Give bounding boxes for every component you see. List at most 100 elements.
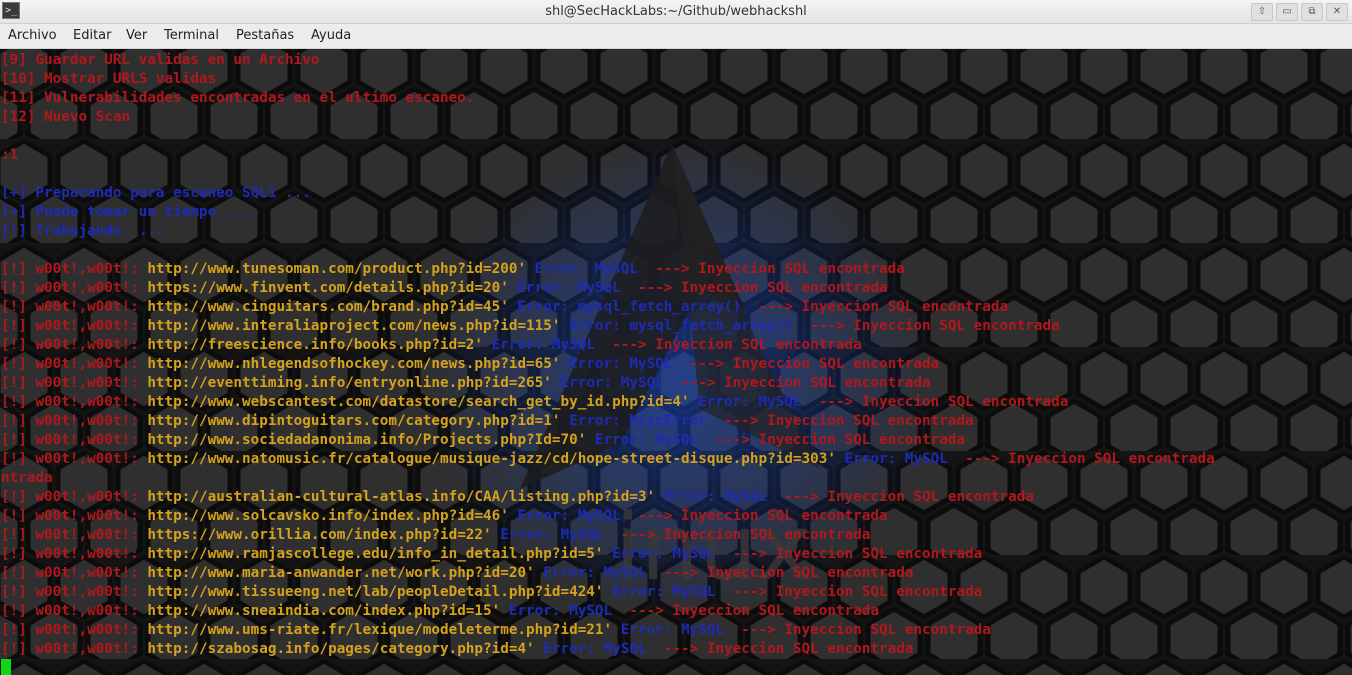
menu-editar[interactable]: Editar: [73, 28, 112, 43]
menu-terminal[interactable]: Terminal: [164, 28, 219, 43]
result-url: http://www.dipintoguitars.com/category.p…: [147, 413, 561, 429]
result-found: Inyeccion SQL encontrada: [758, 432, 966, 448]
prompt-text: :1: [1, 147, 19, 163]
title-bar[interactable]: >_ shl@SecHackLabs:~/Github/webhackshl ⇧…: [0, 0, 1352, 24]
result-url: http://freescience.info/books.php?id=2': [147, 337, 484, 353]
menu-option-line: [9] Guardar URL validas en un Archivo: [1, 51, 1352, 70]
result-arrow: --->: [663, 641, 707, 657]
wrapped-text: ntrada: [1, 470, 53, 486]
result-prefix: [!] w00t!,w00t!:: [1, 261, 148, 277]
result-error: Error: mysql_fetch_array(): [569, 318, 811, 334]
result-line: [!] w00t!,w00t!: http://www.maria-anwand…: [1, 564, 1352, 583]
result-line: [!] w00t!,w00t!: http://freescience.info…: [1, 336, 1352, 355]
menu-option-text: [9] Guardar URL validas en un Archivo: [1, 52, 320, 68]
result-arrow: --->: [732, 584, 776, 600]
result-url: http://www.sneaindia.com/index.php?id=15…: [147, 603, 501, 619]
status-text: [+] Puede tomar un tiempo ...: [1, 204, 251, 220]
status-text: [!] Trabajando ...: [1, 223, 165, 239]
result-found: Inyeccion SQL encontrada: [784, 622, 991, 638]
result-found: Inyeccion SQL encontrada: [1008, 451, 1215, 467]
maximize-icon[interactable]: ⧉: [1301, 3, 1323, 21]
status-text: [+] Preparando para escaneo SQLi ...: [1, 185, 311, 201]
result-prefix: [!] w00t!,w00t!:: [1, 603, 148, 619]
shade-up-icon[interactable]: ⇧: [1251, 3, 1273, 21]
close-icon[interactable]: ✕: [1326, 3, 1348, 21]
result-prefix: [!] w00t!,w00t!:: [1, 508, 148, 524]
menu-option-line: [12] Nuevo Scan: [1, 108, 1352, 127]
result-url: https://www.finvent.com/details.php?id=2…: [147, 280, 509, 296]
result-line: [!] w00t!,w00t!: http://www.nhlegendsofh…: [1, 355, 1352, 374]
result-found: Inyeccion SQL encontrada: [801, 299, 1009, 315]
result-line: [!] w00t!,w00t!: http://www.tissueeng.ne…: [1, 583, 1352, 602]
result-error: Error: MySQL: [500, 527, 621, 543]
minimize-icon[interactable]: ▭: [1276, 3, 1298, 21]
terminal-view[interactable]: inux [9] Guardar URL validas en un Archi…: [0, 49, 1352, 675]
result-arrow: --->: [681, 375, 725, 391]
menu-option-text: [10] Mostrar URLS validas: [1, 71, 217, 87]
result-prefix: [!] w00t!,w00t!:: [1, 622, 148, 638]
result-prefix: [!] w00t!,w00t!:: [1, 337, 148, 353]
result-arrow: --->: [741, 622, 785, 638]
result-line: [!] w00t!,w00t!: http://www.cinguitars.c…: [1, 298, 1352, 317]
result-found: Inyeccion SQL encontrada: [775, 546, 983, 562]
result-line: [!] w00t!,w00t!: http://www.solcavsko.in…: [1, 507, 1352, 526]
result-line: [!] w00t!,w00t!: http://www.webscantest.…: [1, 393, 1352, 412]
result-error: Error: MySQL: [663, 489, 785, 505]
result-arrow: --->: [724, 413, 768, 429]
result-found: Inyeccion SQL encontrada: [698, 261, 905, 277]
result-found: Inyeccion SQL encontrada: [724, 375, 931, 391]
result-url: http://www.nhlegendsofhockey.com/news.ph…: [147, 356, 561, 372]
result-error: Error: MySQL: [491, 337, 613, 353]
result-found: Inyeccion SQL encontrada: [861, 394, 1069, 410]
menu-option-line: [11] Vulnerabilidades encontradas en el …: [1, 89, 1352, 108]
result-url: http://eventtiming.info/entryonline.php?…: [147, 375, 552, 391]
result-arrow: --->: [965, 451, 1009, 467]
menu-archivo[interactable]: Archivo: [8, 28, 57, 43]
result-url: http://www.tunesoman.com/product.php?id=…: [147, 261, 527, 277]
result-line: [!] w00t!,w00t!: https://www.finvent.com…: [1, 279, 1352, 298]
result-arrow: --->: [612, 337, 656, 353]
result-error: Error: MySQL: [560, 375, 682, 391]
result-line: [!] w00t!,w00t!: https://www.orillia.com…: [1, 526, 1352, 545]
result-prefix: [!] w00t!,w00t!:: [1, 451, 148, 467]
result-line: [!] w00t!,w00t!: http://eventtiming.info…: [1, 374, 1352, 393]
result-line: [!] w00t!,w00t!: http://www.ums-riate.fr…: [1, 621, 1352, 640]
result-arrow: --->: [715, 432, 759, 448]
result-arrow: --->: [637, 280, 682, 296]
menu-ver[interactable]: Ver: [126, 28, 147, 43]
result-url: http://www.tissueeng.net/lab/peopleDetai…: [147, 584, 604, 600]
result-arrow: --->: [655, 261, 699, 277]
result-error: Error: MySQL: [612, 584, 733, 600]
result-error: Error: mysql_fetch_array(): [517, 299, 759, 315]
text-cursor: [1, 659, 11, 675]
result-error: Error: MySQL: [569, 356, 690, 372]
result-found: Inyeccion SQL encontrada: [655, 337, 862, 353]
result-prefix: [!] w00t!,w00t!:: [1, 432, 148, 448]
result-url: http://www.ums-riate.fr/lexique/modelete…: [147, 622, 613, 638]
menu-pestanas[interactable]: Pestañas: [236, 28, 294, 43]
result-found: Inyeccion SQL encontrada: [681, 280, 888, 296]
result-arrow: --->: [784, 489, 828, 505]
result-prefix: [!] w00t!,w00t!:: [1, 546, 148, 562]
result-error: Error: MySQL: [698, 394, 819, 410]
result-line: [!] w00t!,w00t!: http://www.natomusic.fr…: [1, 450, 1352, 469]
result-url: http://www.sociedadanonima.info/Projects…: [147, 432, 587, 448]
result-line: [!] w00t!,w00t!: http://www.sneaindia.co…: [1, 602, 1352, 621]
wrapped-line: ntrada: [1, 469, 1352, 488]
result-url: http://australian-cultural-atlas.info/CA…: [147, 489, 656, 505]
status-line: [!] Trabajando ...: [1, 222, 1352, 241]
result-arrow: --->: [818, 394, 862, 410]
result-arrow: --->: [663, 565, 707, 581]
result-url: http://www.webscantest.com/datastore/sea…: [147, 394, 690, 410]
result-found: Inyeccion SQL encontrada: [663, 527, 871, 543]
result-line: [!] w00t!,w00t!: http://www.dipintoguita…: [1, 412, 1352, 431]
result-arrow: --->: [629, 603, 673, 619]
menu-ayuda[interactable]: Ayuda: [311, 28, 351, 43]
result-found: Inyeccion SQL encontrada: [706, 565, 914, 581]
terminal-output: [9] Guardar URL validas en un Archivo [10…: [1, 51, 1352, 659]
status-line: [+] Puede tomar un tiempo ...: [1, 203, 1352, 222]
result-error: Error: MySQL: [620, 622, 742, 638]
result-prefix: [!] w00t!,w00t!:: [1, 413, 148, 429]
result-prefix: [!] w00t!,w00t!:: [1, 394, 148, 410]
